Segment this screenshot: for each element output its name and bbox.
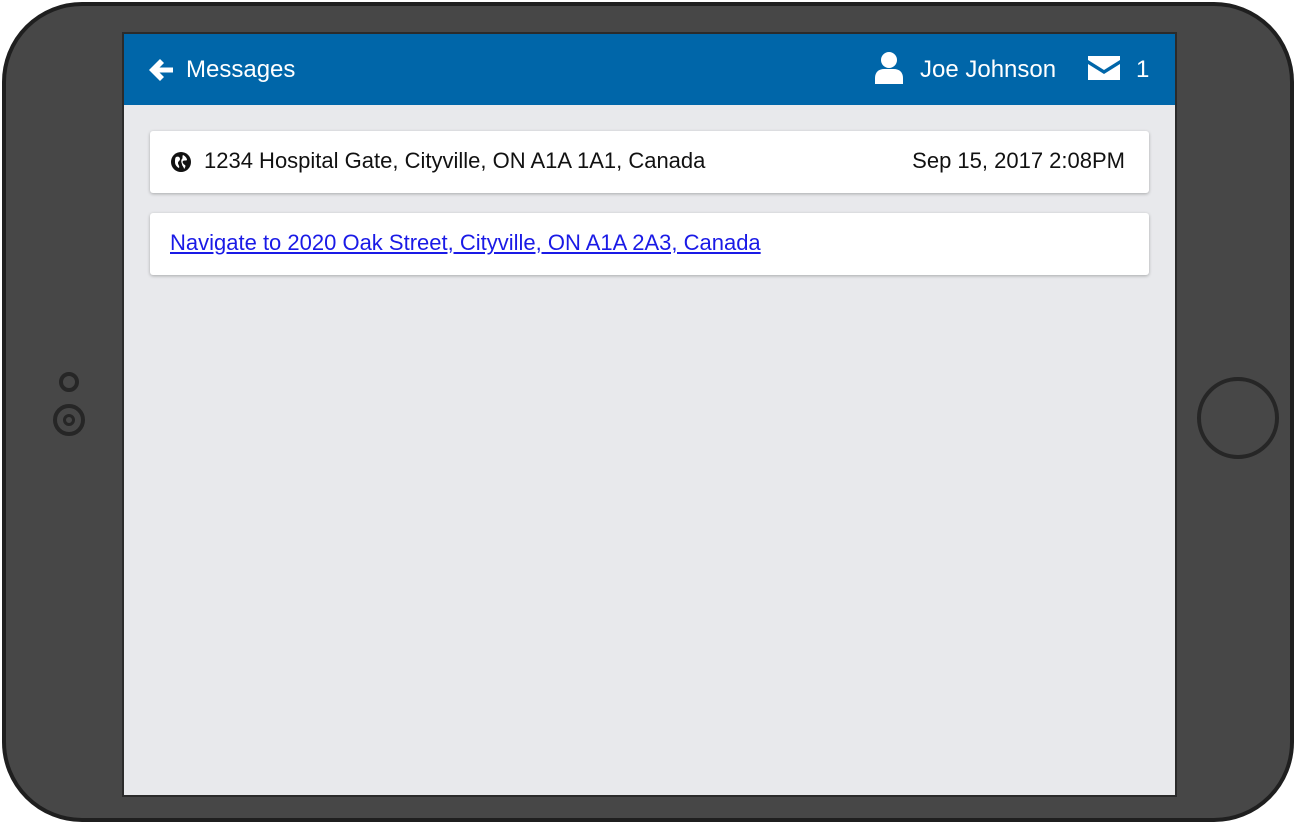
top-bar: Messages Joe Johnson 1 [124,34,1175,105]
camera-sensor [59,372,79,392]
messages-indicator[interactable]: 1 [1086,52,1149,88]
user-name: Joe Johnson [920,56,1057,83]
location-timestamp: Sep 15, 2017 2:08PM [912,148,1125,173]
envelope-icon [1086,54,1122,87]
message-count: 1 [1136,56,1150,83]
camera-lens [53,404,85,436]
home-button[interactable] [1197,377,1279,459]
arrow-left-icon [148,57,174,83]
back-button[interactable]: Messages [148,52,295,88]
location-address: 1234 Hospital Gate, Cityville, ON A1A 1A… [204,148,706,173]
app-screen: Messages Joe Johnson 1 1234 Hospital Gat… [122,32,1177,797]
navigate-link[interactable]: Navigate to 2020 Oak Street, Cityville, … [170,230,761,256]
user-menu[interactable]: Joe Johnson [874,51,1057,90]
navigation-card: Navigate to 2020 Oak Street, Cityville, … [150,213,1149,275]
back-label: Messages [186,56,296,83]
user-icon [874,51,904,90]
globe-icon [170,151,192,173]
location-card: 1234 Hospital Gate, Cityville, ON A1A 1A… [150,131,1149,193]
